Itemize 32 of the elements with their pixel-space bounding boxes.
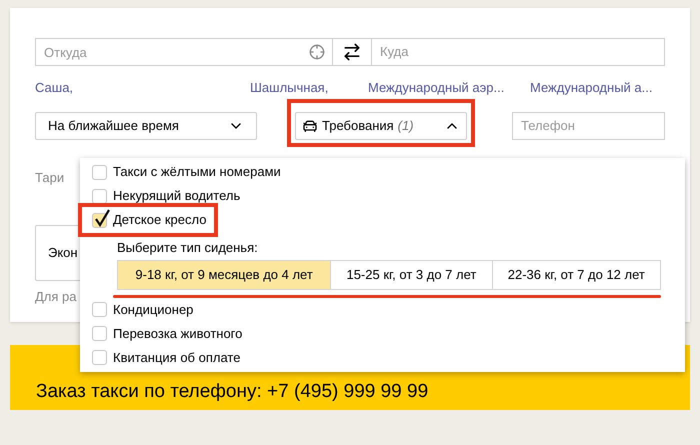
phone-field[interactable]: Телефон (512, 112, 665, 140)
option-label[interactable]: Некурящий водитель (113, 186, 240, 206)
seat-type-option[interactable]: 9-18 кг, от 9 месяцев до 4 лет (117, 260, 332, 290)
option-label[interactable]: Кондиционер (113, 300, 194, 320)
option-label[interactable]: Такси с жёлтыми номерами (113, 162, 281, 182)
to-field[interactable]: Куда (371, 38, 665, 66)
note-text: Для ра (35, 288, 78, 306)
banner-text: Заказ такси по телефону: +7 (495) 999 99 99 (36, 380, 428, 404)
checkbox[interactable] (92, 350, 107, 365)
checkbox[interactable] (92, 326, 107, 341)
option-label[interactable]: Детское кресло (113, 210, 206, 230)
address-suggestion[interactable]: Шашлычная, (250, 78, 368, 98)
tariff-label: Тари (35, 168, 66, 187)
time-select[interactable]: На ближайшее время (35, 112, 257, 140)
address-suggestion[interactable]: Саша, (35, 78, 250, 98)
swap-button[interactable] (333, 38, 371, 66)
locate-icon[interactable] (309, 44, 325, 60)
check-icon (94, 208, 111, 226)
checkbox[interactable] (92, 188, 107, 204)
address-suggestion[interactable]: Международный а... (530, 78, 665, 98)
checkbox[interactable] (92, 302, 107, 317)
from-field[interactable]: Откуда (35, 38, 333, 66)
seat-type-option[interactable]: 22-36 кг, от 7 до 12 лет (492, 260, 662, 290)
address-suggestion[interactable]: Международный аэр... (368, 78, 530, 98)
seat-type-option[interactable]: 15-25 кг, от 3 до 7 лет (330, 260, 493, 290)
swap-icon (342, 42, 362, 62)
requirements-button[interactable]: Требования (1) (295, 112, 467, 140)
checkbox[interactable] (92, 164, 107, 180)
seat-type-label: Выберите тип сиденья: (117, 239, 259, 257)
option-label[interactable]: Перевозка животного (113, 324, 242, 344)
car-icon (302, 118, 318, 134)
option-label[interactable]: Квитанция об оплате (113, 348, 240, 368)
